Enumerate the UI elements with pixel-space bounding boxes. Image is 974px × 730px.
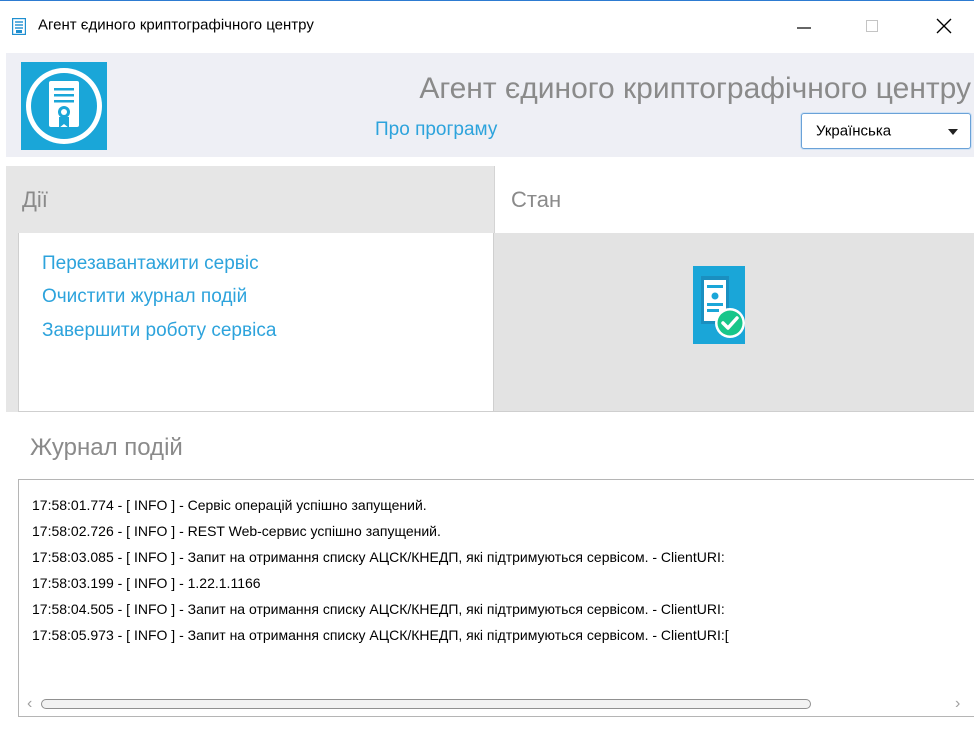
close-button[interactable] <box>924 2 964 50</box>
actions-panel-header: Дії <box>6 166 494 233</box>
log-line: 17:58:03.199 - [ INFO ] - 1.22.1.1166 <box>32 575 261 591</box>
language-dropdown[interactable]: Українська <box>801 113 971 149</box>
scrollbar-thumb[interactable] <box>41 699 811 709</box>
document-icon <box>12 18 26 35</box>
scroll-right-icon[interactable]: › <box>955 696 960 712</box>
window-title: Агент єдиного криптографічного центру <box>38 16 314 34</box>
maximize-button[interactable] <box>852 2 892 50</box>
chevron-down-icon <box>948 129 958 135</box>
log-line: 17:58:02.726 - [ INFO ] - REST Web-серви… <box>32 523 441 539</box>
state-panel-title: Стан <box>511 186 562 212</box>
actions-panel-gutter <box>6 233 18 412</box>
log-line: 17:58:01.774 - [ INFO ] - Сервіс операці… <box>32 497 427 513</box>
title-bar[interactable]: Агент єдиного криптографічного центру <box>0 1 974 49</box>
scroll-left-icon[interactable]: ‹ <box>27 696 32 712</box>
horizontal-scrollbar[interactable]: ‹ › <box>19 692 974 716</box>
log-line: 17:58:04.505 - [ INFO ] - Запит на отрим… <box>32 601 725 617</box>
app-header: Агент єдиного криптографічного центру Пр… <box>6 53 974 157</box>
state-panel <box>494 233 974 412</box>
state-panel-header: Стан <box>494 166 974 233</box>
stop-service-link[interactable]: Завершити роботу сервіса <box>42 320 276 342</box>
maximize-icon <box>866 20 878 32</box>
about-link[interactable]: Про програму <box>375 119 497 141</box>
actions-panel: Перезавантажити сервіс Очистити журнал п… <box>18 233 494 412</box>
log-title: Журнал подій <box>30 434 183 461</box>
log-line: 17:58:03.085 - [ INFO ] - Запит на отрим… <box>32 549 725 565</box>
actions-panel-title: Дії <box>22 186 48 212</box>
clear-log-link[interactable]: Очистити журнал подій <box>42 286 247 308</box>
app-window: Агент єдиного криптографічного центру Аг… <box>0 0 974 730</box>
app-title: Агент єдиного криптографічного центру <box>419 72 971 105</box>
minimize-button[interactable] <box>784 2 824 50</box>
certificate-check-icon <box>693 266 745 344</box>
restart-service-link[interactable]: Перезавантажити сервіс <box>42 253 259 275</box>
language-selected-value: Українська <box>816 122 892 140</box>
log-line: 17:58:05.973 - [ INFO ] - Запит на отрим… <box>32 627 729 643</box>
minimize-icon <box>797 27 811 29</box>
close-icon <box>936 18 952 34</box>
app-logo-icon <box>21 62 107 150</box>
event-log[interactable]: 17:58:01.774 - [ INFO ] - Сервіс операці… <box>18 479 974 717</box>
